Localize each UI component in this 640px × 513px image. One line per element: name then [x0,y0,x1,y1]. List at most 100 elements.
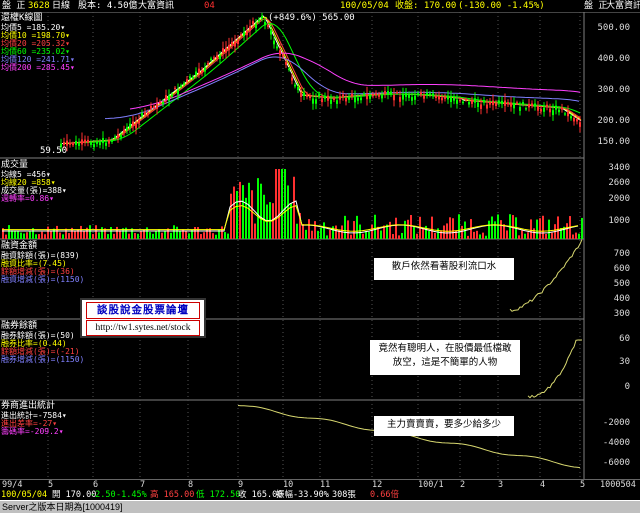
volume-bar [578,233,580,239]
volume-bar [95,225,97,239]
margin-tick: 500 [613,279,630,289]
candle-body [531,103,533,106]
candle-body [441,97,443,101]
volume-bar [176,226,178,239]
candle-body [345,97,347,102]
volume-bar [92,234,94,239]
candle-body [558,109,560,113]
volume-bar [134,232,136,239]
volume-bar [17,231,19,239]
candle-body [420,92,422,95]
legend-ma200: 均價200 =285.45▾ [1,63,75,72]
date-tick: 10 [283,480,294,490]
candle-body [522,102,524,105]
volume-bar [323,222,325,239]
volume-tick: 3400 [608,163,630,173]
candle-body [477,102,479,107]
volume-bar [185,230,187,239]
candle-body [216,55,218,59]
candle-body [282,54,284,57]
candle-body [408,95,410,98]
volume-bar [440,230,442,239]
candle-body [360,97,362,101]
candle-body [456,99,458,104]
volume-bar [452,218,454,239]
candle-body [198,68,200,73]
peak-price-label: (+849.6%) 565.00 [268,13,355,23]
volume-bar [467,235,469,239]
volume-bar [260,183,262,239]
short-tick: 30 [619,357,630,367]
volume-bar [284,169,286,239]
candle-body [555,105,557,110]
candle-body [138,119,140,124]
volume-panel-title: 成交量 [1,160,29,170]
date-tick: 7 [140,480,146,490]
candle-body [96,141,98,144]
volume-bar [254,223,256,239]
low-price-label: 59.50 [40,146,68,156]
date-axis: 99/4 5 6 7 8 9 10 11 12 100/1 2 3 4 5 10… [0,479,640,490]
candle-body [234,41,236,47]
candle-body [369,95,371,99]
candle-body [339,96,341,100]
volume-bar [197,227,199,239]
volume-tick: 2600 [608,178,630,188]
candle-body [300,92,302,98]
candle-body [219,55,221,59]
volume-bar [479,234,481,239]
candle-body [378,94,380,97]
bottom-low: 低 172.50 [196,490,241,500]
margin-tick: 400 [613,294,630,304]
candle-body [207,62,209,65]
volume-bar [224,232,226,239]
candle-body [267,24,269,27]
chart-canvas[interactable] [0,0,640,512]
volume-bar [215,234,217,239]
margin-axis: 700 600 500 400 300 [585,239,640,319]
volume-bar [227,233,229,239]
candle-body [312,98,314,104]
volume-bar [8,225,10,239]
candle-body [186,79,188,82]
candle-body [249,26,251,32]
volume-bar [497,214,499,239]
volume-bar [410,215,412,239]
candle-body [390,91,392,95]
volume-bar [350,234,352,239]
volume-bar [485,235,487,239]
volume-bar [491,216,493,239]
volume-bar [308,219,310,239]
broker-flow-curve [237,405,581,469]
candle-body [534,103,536,107]
legend-short-delta: 融券增減(張)=(1150) [1,355,85,364]
candle-body [483,100,485,103]
volume-bar [335,225,337,239]
legend-margin-delta: 融資增減(張)=(1150) [1,275,85,284]
candle-body [165,95,167,100]
candle-body [90,142,92,145]
volume-bar [248,182,250,239]
candle-body [396,92,398,94]
volume-tick: 2000 [608,194,630,204]
candle-body [306,94,308,97]
moving-average-line [84,23,581,144]
volume-bar [353,221,355,239]
candle-body [180,85,182,87]
volume-bar [548,219,550,239]
candle-body [405,93,407,97]
volume-bar [533,228,535,239]
volume-bar [329,230,331,239]
date-tick: 5 [48,480,54,490]
volume-bar [344,215,346,239]
price-tick: 500.00 [597,23,630,33]
candle-body [570,116,572,119]
volume-bar [347,220,349,239]
margin-balance-curve [509,239,583,312]
candle-body [66,140,68,146]
candle-body [372,94,374,97]
candle-body [438,96,440,100]
forum-banner[interactable]: 談股說金股票論壇 http://tw1.sytes.net/stock [80,298,206,338]
volume-bar [575,232,577,239]
forum-url[interactable]: http://tw1.sytes.net/stock [86,320,200,336]
